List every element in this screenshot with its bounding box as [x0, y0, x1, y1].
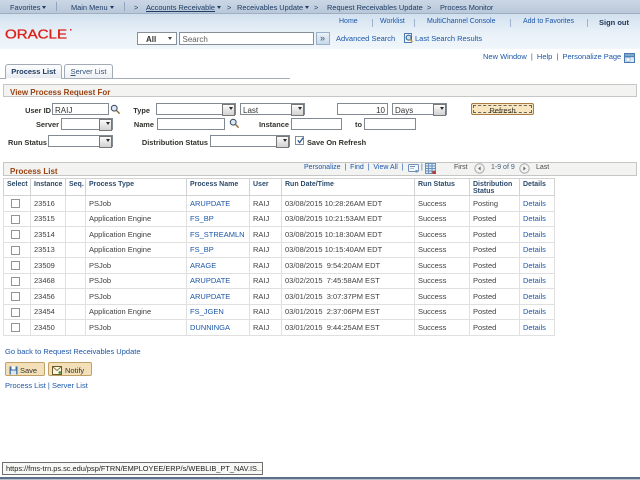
svg-text:ORACLE: ORACLE — [5, 28, 67, 42]
